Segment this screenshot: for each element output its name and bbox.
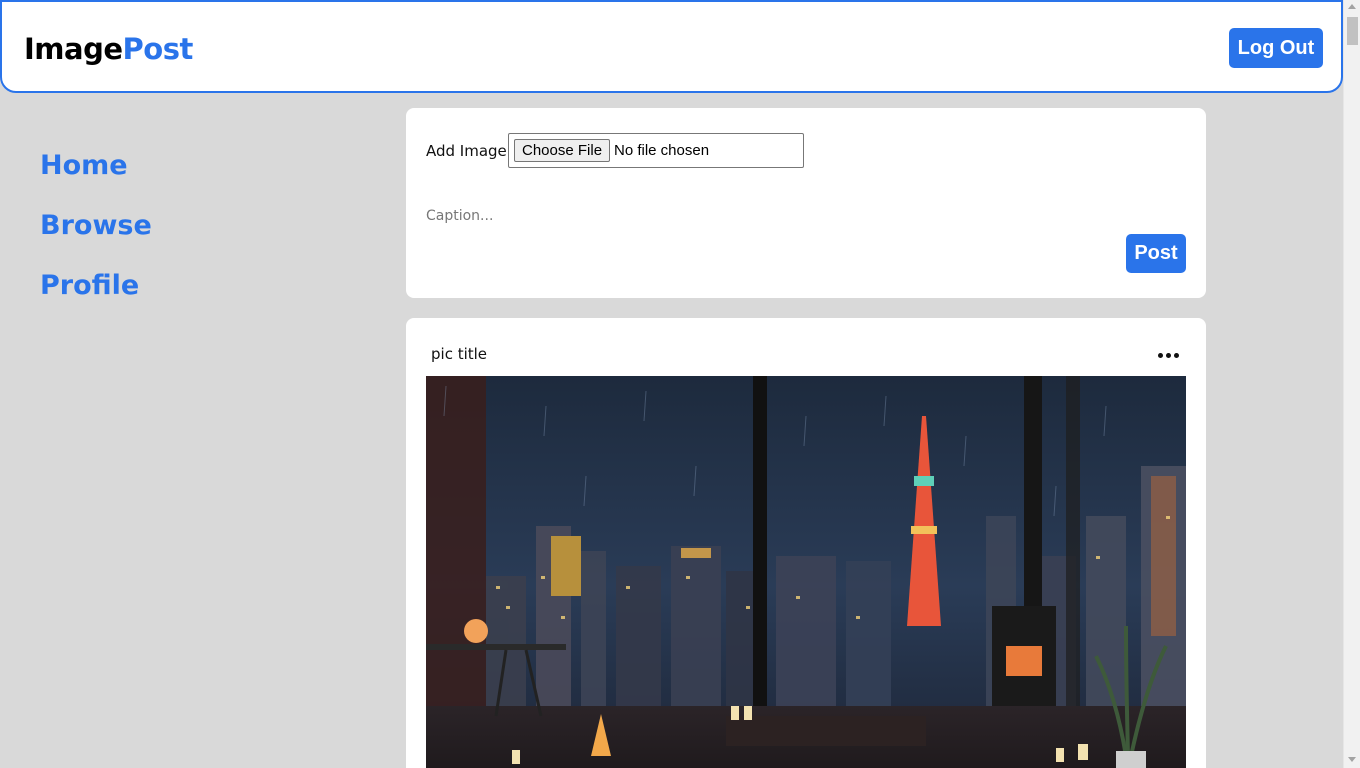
scroll-thumb[interactable] [1347, 17, 1358, 45]
city-night-image [426, 376, 1186, 768]
logo-text-image: Image [24, 32, 123, 66]
logout-button[interactable]: Log Out [1229, 28, 1323, 68]
sidebar-item-profile[interactable]: Profile [40, 256, 152, 316]
post-title: pic title [431, 345, 488, 363]
sidebar-item-browse[interactable]: Browse [40, 196, 152, 256]
file-status-text: No file chosen [614, 142, 710, 159]
logo-text-post: Post [122, 32, 194, 66]
header: ImagePost Log Out [0, 0, 1343, 93]
scroll-up-arrow-icon[interactable] [1348, 4, 1356, 9]
sidebar: Home Browse Profile [40, 136, 152, 316]
file-input[interactable]: Choose File No file chosen [508, 133, 804, 168]
post-image[interactable] [426, 376, 1186, 768]
scrollbar[interactable] [1343, 0, 1360, 768]
page: ImagePost Log Out Home Browse Profile Ad… [0, 0, 1360, 768]
caption-input[interactable] [422, 204, 1182, 228]
add-image-label: Add Image [426, 142, 507, 160]
logo[interactable]: ImagePost [24, 32, 193, 66]
upload-card: Add Image Choose File No file chosen Pos… [406, 108, 1206, 298]
post-button[interactable]: Post [1126, 234, 1186, 273]
post-card: pic title [406, 318, 1206, 768]
scroll-down-arrow-icon[interactable] [1348, 757, 1356, 762]
choose-file-button[interactable]: Choose File [514, 139, 611, 162]
sidebar-item-home[interactable]: Home [40, 136, 152, 196]
ellipsis-icon[interactable] [1156, 344, 1180, 366]
